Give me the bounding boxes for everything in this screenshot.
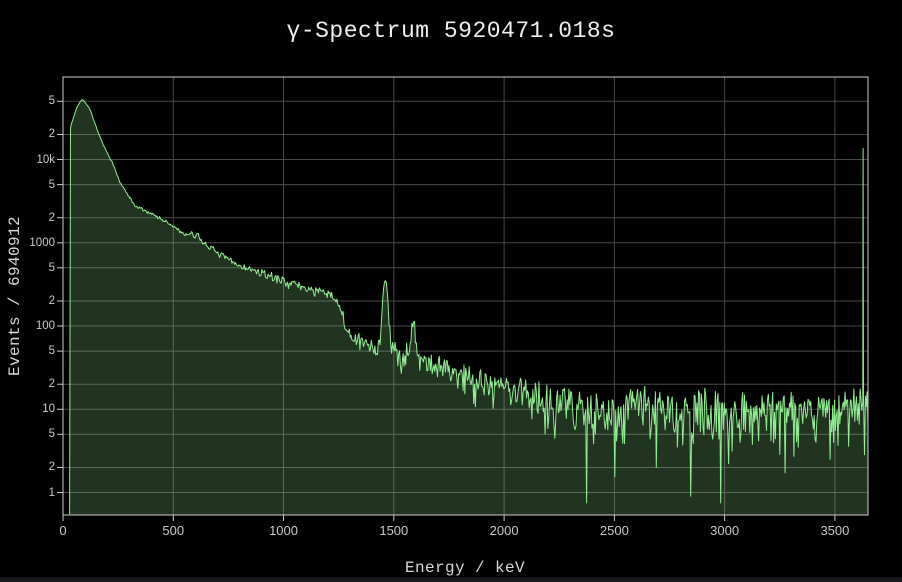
y-tick-label: 2 <box>0 377 55 391</box>
x-tick-label: 2000 <box>474 523 534 538</box>
x-tick-label: 0 <box>33 523 93 538</box>
y-tick-label: 1 <box>0 486 55 500</box>
x-tick-label: 3500 <box>805 523 865 538</box>
y-axis-title: Events / 6940912 <box>6 216 24 376</box>
y-tick-label: 5 <box>0 94 55 108</box>
x-tick-label: 500 <box>143 523 203 538</box>
y-tick-label: 10k <box>0 153 55 167</box>
bottom-bar <box>0 577 902 582</box>
y-tick-label: 5 <box>0 427 55 441</box>
y-tick-label: 2 <box>0 127 55 141</box>
plot-area[interactable] <box>0 0 902 582</box>
spectrum-area-fill <box>70 100 868 516</box>
x-tick-label: 1500 <box>364 523 424 538</box>
x-tick-label: 2500 <box>584 523 644 538</box>
x-axis-title: Energy / keV <box>405 559 525 577</box>
x-tick-label: 1000 <box>254 523 314 538</box>
y-tick-label: 2 <box>0 460 55 474</box>
y-tick-label: 10 <box>0 402 55 416</box>
page-background: γ-Spectrum 5920471.018s 1251025100251000… <box>0 0 902 582</box>
y-tick-label: 5 <box>0 178 55 192</box>
x-tick-label: 3000 <box>695 523 755 538</box>
